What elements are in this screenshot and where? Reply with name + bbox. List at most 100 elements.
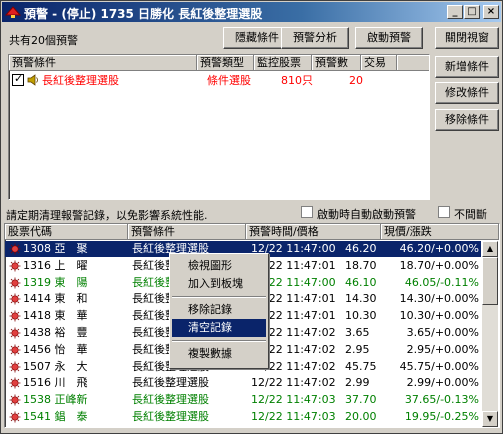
- menu-item-remove-record[interactable]: 移除記錄: [172, 301, 266, 319]
- alert-record-icon: [9, 377, 21, 389]
- col-header-alert-condition[interactable]: 預警條件: [128, 224, 246, 240]
- record-alert-price: 46.20: [345, 242, 377, 255]
- condition-type: 條件選股: [207, 74, 251, 87]
- record-condition: 長紅後整理選股: [132, 393, 209, 407]
- speaker-icon: [27, 74, 38, 86]
- add-condition-button[interactable]: 新增條件: [435, 56, 499, 78]
- record-stock-code: 1418 東 華: [23, 309, 88, 323]
- remove-condition-button[interactable]: 移除條件: [435, 109, 499, 131]
- record-current-change: 46.05/-0.11%: [404, 275, 479, 289]
- condition-alert-count: 20: [349, 74, 363, 87]
- col-header-alert-time-price[interactable]: 預警時間/價格: [246, 224, 381, 240]
- minimize-button[interactable]: _: [447, 5, 463, 19]
- col-header-condition[interactable]: 預警條件: [9, 55, 197, 71]
- record-alert-time: 12/22 11:47:02: [251, 376, 336, 390]
- record-alert-price: 20.00: [345, 410, 377, 423]
- alert-count-label: 共有20個預警: [9, 34, 78, 47]
- alert-record-icon: [9, 243, 21, 255]
- record-alert-price: 14.30: [345, 292, 377, 306]
- col-header-count[interactable]: 預警數: [312, 55, 361, 71]
- condition-enabled-checkbox[interactable]: ✓: [12, 72, 24, 86]
- record-row[interactable]: 1541 錩 泰 長紅後整理選股 12/22 11:47:03 20.00 19.95/…: [5, 409, 481, 425]
- record-row[interactable]: 1516 川 飛 長紅後整理選股 12/22 11:47:02 2.99 2.99/+0…: [5, 375, 481, 391]
- condition-row[interactable]: ✓ 長紅後整理選股 條件選股 810只 20: [9, 72, 429, 89]
- record-current-change: 10.30/+0.00%: [399, 309, 479, 323]
- no-interrupt-label: 不間斷: [454, 208, 487, 221]
- record-alert-price: 46.10: [345, 275, 377, 289]
- alert-record-icon: [9, 277, 21, 289]
- window-title: 預警 - (停止) 1735 日勝化 長紅後整理選股: [24, 7, 263, 21]
- record-alert-time: 12/22 11:47:03: [251, 410, 336, 423]
- record-current-change: 46.20/+0.00%: [399, 242, 479, 255]
- condition-stock-count: 810只: [281, 74, 313, 87]
- col-header-stocks[interactable]: 監控股票: [254, 55, 312, 71]
- menu-item-add-to-sector[interactable]: 加入到板塊: [172, 275, 266, 293]
- record-stock-code: 1316 上 曜: [23, 258, 88, 272]
- close-window-button[interactable]: ×: [483, 5, 499, 19]
- record-alert-price: 10.30: [345, 309, 377, 323]
- context-menu: 檢視圖形 加入到板塊 移除記錄 清空記錄 複製數據: [169, 253, 269, 369]
- record-alert-price: 3.65: [345, 326, 370, 339]
- alert-record-icon: [9, 361, 21, 373]
- record-current-change: 3.65/+0.00%: [406, 326, 479, 339]
- menu-item-clear-records[interactable]: 清空記錄: [172, 319, 266, 337]
- auto-start-label: 啟動時自動啟動預警: [317, 208, 416, 221]
- alert-record-icon: [9, 344, 21, 356]
- col-header-filler: [397, 55, 429, 71]
- col-header-type[interactable]: 預警類型: [197, 55, 254, 71]
- modify-condition-button[interactable]: 修改條件: [435, 82, 499, 104]
- record-current-change: 37.65/-0.13%: [404, 393, 479, 407]
- scroll-up-button[interactable]: ▲: [482, 241, 498, 257]
- cleanup-notice: 請定期清理報警記錄，以免影響系統性能.: [6, 209, 208, 222]
- record-alert-price: 45.75: [345, 359, 377, 373]
- conditions-table: 預警條件 預警類型 監控股票 預警數 交易 ✓ 長紅後整理選股 條件選股 810…: [8, 54, 430, 200]
- record-alert-price: 18.70: [345, 258, 377, 272]
- record-current-change: 45.75/+0.00%: [399, 359, 479, 373]
- condition-name: 長紅後整理選股: [42, 74, 119, 87]
- auto-start-checkbox[interactable]: [301, 206, 313, 218]
- record-stock-code: 1438 裕 豐: [23, 326, 88, 339]
- record-current-change: 19.95/-0.25%: [404, 410, 479, 423]
- scroll-thumb[interactable]: [482, 257, 498, 305]
- alert-analysis-button[interactable]: 預警分析: [281, 27, 349, 49]
- alert-record-icon: [9, 293, 21, 305]
- record-alert-price: 37.70: [345, 393, 377, 407]
- record-stock-code: 1507 永 大: [23, 359, 88, 373]
- record-stock-code: 1541 錩 泰: [23, 410, 88, 423]
- menu-separator: [172, 340, 266, 342]
- start-alert-button[interactable]: 啟動預警: [355, 27, 423, 49]
- scroll-down-button[interactable]: ▼: [482, 411, 498, 427]
- record-condition: 長紅後整理選股: [132, 410, 209, 423]
- record-current-change: 2.95/+0.00%: [406, 342, 479, 356]
- record-condition: 長紅後整理選股: [132, 376, 209, 390]
- no-interrupt-checkbox[interactable]: [438, 206, 450, 218]
- col-header-stock-code[interactable]: 股票代碼: [5, 224, 128, 240]
- records-scrollbar[interactable]: ▲ ▼: [482, 241, 498, 427]
- title-bar[interactable]: 預警 - (停止) 1735 日勝化 長紅後整理選股 _ □ ×: [2, 2, 501, 22]
- close-view-button[interactable]: 關閉視窗: [435, 27, 499, 49]
- alert-app-icon: [5, 6, 21, 18]
- alert-record-icon: [9, 327, 21, 339]
- menu-item-view-chart[interactable]: 檢視圖形: [172, 257, 266, 275]
- alert-record-icon: [9, 310, 21, 322]
- record-stock-code: 1414 東 和: [23, 292, 88, 306]
- alert-record-icon: [9, 260, 21, 272]
- record-stock-code: 1308 亞 聚: [23, 242, 88, 255]
- alert-record-icon: [9, 394, 21, 406]
- record-current-change: 2.99/+0.00%: [406, 376, 479, 390]
- alert-window: 預警 - (停止) 1735 日勝化 長紅後整理選股 _ □ × 共有20個預警…: [0, 0, 503, 434]
- menu-item-copy-data[interactable]: 複製數據: [172, 345, 266, 363]
- record-current-change: 18.70/+0.00%: [399, 258, 479, 272]
- menu-separator: [172, 296, 266, 298]
- record-alert-time: 12/22 11:47:03: [251, 393, 336, 407]
- record-stock-code: 1538 正峰新: [23, 393, 88, 407]
- col-header-trade[interactable]: 交易: [361, 55, 397, 71]
- record-alert-price: 2.95: [345, 342, 370, 356]
- record-current-change: 14.30/+0.00%: [399, 292, 479, 306]
- maximize-button[interactable]: □: [464, 5, 480, 19]
- col-header-current-change[interactable]: 現價/漲跌: [381, 224, 499, 240]
- record-stock-code: 1516 川 飛: [23, 376, 88, 390]
- record-row[interactable]: 1538 正峰新 長紅後整理選股 12/22 11:47:03 37.70 37.65/…: [5, 392, 481, 408]
- record-stock-code: 1456 怡 華: [23, 342, 88, 356]
- record-stock-code: 1319 東 陽: [23, 275, 88, 289]
